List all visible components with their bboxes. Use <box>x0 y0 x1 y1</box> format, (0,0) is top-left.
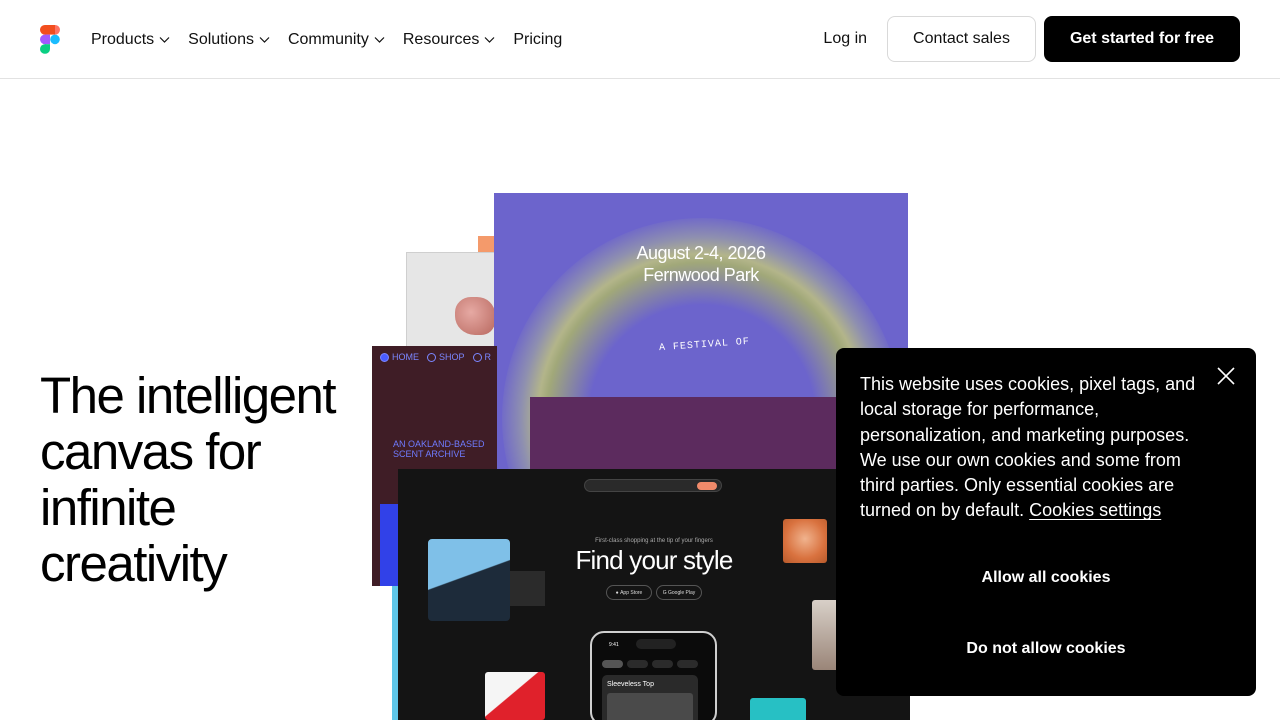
nav-pricing[interactable]: Pricing <box>513 31 562 49</box>
phone-tab <box>677 660 698 668</box>
shop-pill-nav <box>584 479 722 492</box>
deny-cookies-button[interactable]: Do not allow cookies <box>860 625 1232 673</box>
nav-community-label: Community <box>287 30 369 48</box>
chevron-down-icon <box>259 37 270 43</box>
festival-date: August 2-4, 2026 <box>636 243 766 263</box>
nav-resources[interactable]: Resources <box>403 31 495 49</box>
figma-logo-icon[interactable] <box>40 25 60 54</box>
phone-tab <box>602 660 623 668</box>
phone-time: 9:41 <box>609 642 619 648</box>
main-menu: Products Solutions Community Resources P… <box>91 0 580 79</box>
close-icon[interactable] <box>1214 364 1238 388</box>
festival-place: Fernwood Park <box>643 265 759 285</box>
contact-sales-button[interactable]: Contact sales <box>887 16 1036 62</box>
scent-nav: HOME SHOP R <box>380 352 491 363</box>
phone-mockup: 9:41 Sleeveless Top <box>590 631 717 720</box>
scent-nav-home: HOME <box>380 352 419 363</box>
scent-tagline: AN OAKLAND-BASED SCENT ARCHIVE <box>393 439 485 459</box>
shop-tagline: First-class shopping at the tip of your … <box>595 538 713 544</box>
phone-dynamic-island <box>636 639 676 649</box>
stone-image <box>455 297 495 335</box>
nav-community[interactable]: Community <box>288 31 385 49</box>
nav-resources-label: Resources <box>402 30 480 48</box>
chevron-down-icon <box>159 37 170 43</box>
app-store-badge: ● App Store <box>606 585 652 600</box>
allow-all-cookies-button[interactable]: Allow all cookies <box>860 554 1232 602</box>
phone-tabs <box>602 660 698 668</box>
scent-blue-letter <box>380 504 402 586</box>
phone-product-card: Sleeveless Top <box>602 675 698 720</box>
nav-products[interactable]: Products <box>91 31 170 49</box>
chevron-down-icon <box>484 37 495 43</box>
nav-products-label: Products <box>91 30 155 48</box>
photo-woman-orange <box>783 519 827 563</box>
festival-subtitle: A FESTIVAL OF <box>658 336 751 355</box>
phone-tab <box>652 660 673 668</box>
collage-blue-strip <box>392 586 398 720</box>
hero-title: The intelligent canvas for infinite crea… <box>40 367 337 592</box>
cookie-banner: This website uses cookies, pixel tags, a… <box>836 348 1256 696</box>
photo-red-outfit <box>485 672 545 720</box>
radio-empty-icon <box>427 353 436 363</box>
collage-orange-card <box>478 236 508 256</box>
shop-app-card: First-class shopping at the tip of your … <box>398 469 910 720</box>
nav-pricing-label: Pricing <box>513 30 563 48</box>
photo-models-shadow <box>510 571 545 606</box>
cookie-message: This website uses cookies, pixel tags, a… <box>860 372 1200 524</box>
shop-pill-button <box>697 482 717 490</box>
collage-stone-card <box>406 252 506 352</box>
photo-models <box>428 539 510 621</box>
radio-empty-icon <box>472 353 482 363</box>
cookies-settings-link[interactable]: Cookies settings <box>1029 500 1161 520</box>
nav-solutions[interactable]: Solutions <box>188 31 270 49</box>
phone-tab <box>627 660 648 668</box>
shop-headline: Find your style <box>575 545 733 575</box>
login-link[interactable]: Log in <box>823 30 867 48</box>
radio-filled-icon <box>380 353 389 363</box>
chevron-down-icon <box>374 37 385 43</box>
top-nav: Products Solutions Community Resources P… <box>0 0 1280 79</box>
get-started-button[interactable]: Get started for free <box>1043 16 1240 62</box>
phone-product-title: Sleeveless Top <box>607 681 654 688</box>
nav-actions: Log in Contact sales Get started for fre… <box>823 16 1240 62</box>
nav-solutions-label: Solutions <box>188 30 254 48</box>
photo-sunglasses <box>750 698 806 720</box>
apple-icon: ● <box>615 589 621 596</box>
scent-archive-card: HOME SHOP R AN OAKLAND-BASED SCENT ARCHI… <box>372 346 497 586</box>
google-play-badge: G Google Play <box>656 585 702 600</box>
phone-product-image <box>607 693 693 720</box>
cookie-message-text: This website uses cookies, pixel tags, a… <box>860 374 1196 521</box>
scent-nav-r: R <box>472 352 491 363</box>
google-icon: G <box>662 589 669 596</box>
scent-nav-shop: SHOP <box>427 352 465 363</box>
